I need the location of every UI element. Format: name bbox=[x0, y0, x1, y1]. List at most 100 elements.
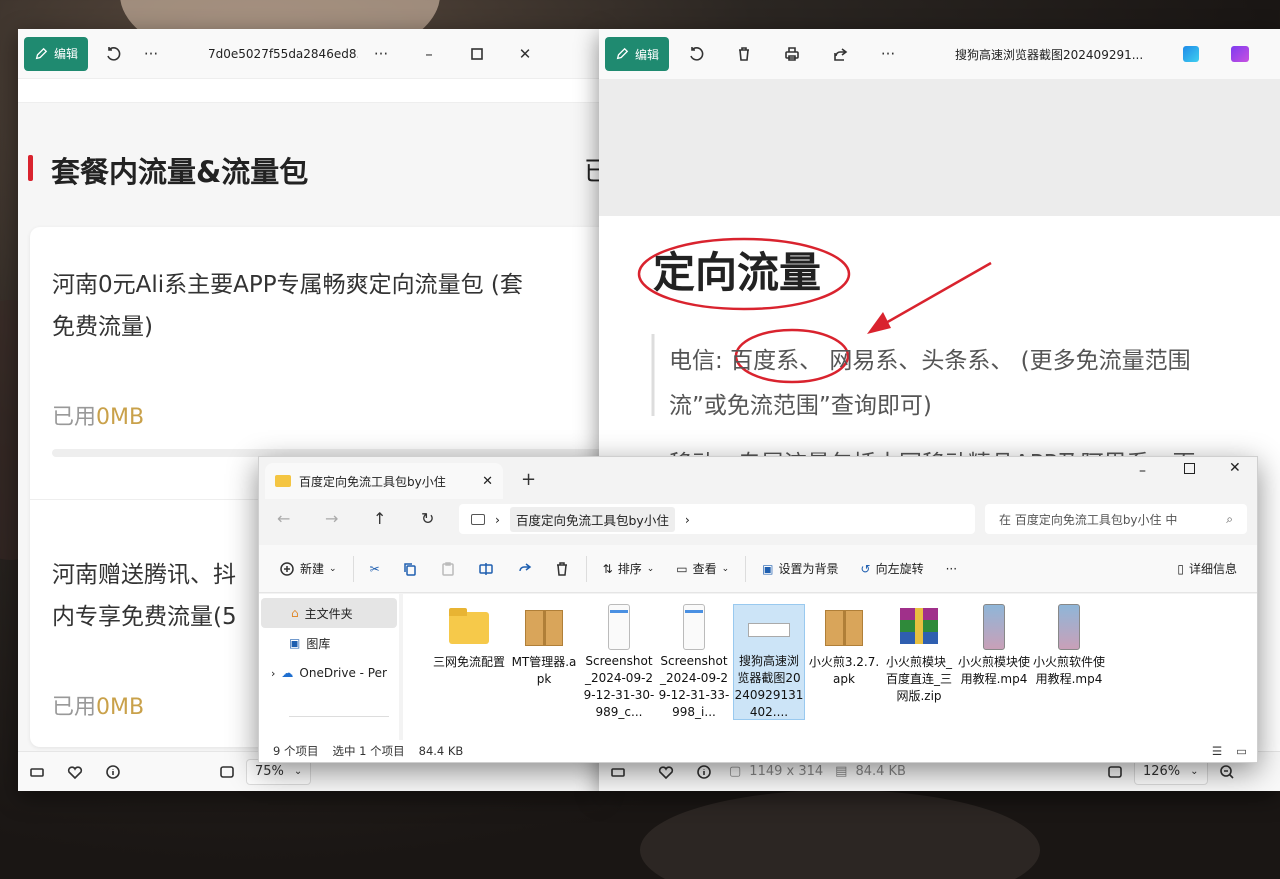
info-button[interactable] bbox=[94, 755, 132, 789]
file-item[interactable]: 小火煎模块_百度直连_三网版.zip bbox=[883, 604, 955, 720]
more-button[interactable]: ··· bbox=[936, 553, 967, 585]
file-grid: 三网免流配置 MT管理器.apk Screenshot_2024-09-29-12-… bbox=[403, 594, 1257, 742]
line2-text: 流”或免流范围”查询即可) bbox=[669, 393, 932, 419]
card2-text: 河南赠送腾讯、抖 bbox=[52, 562, 236, 588]
printer-icon bbox=[785, 47, 799, 61]
zoom-value: 75% bbox=[255, 764, 284, 779]
paste-icon bbox=[441, 561, 454, 576]
new-tab-button[interactable]: + bbox=[521, 469, 536, 490]
breadcrumb[interactable]: 百度定向免流工具包by小住 bbox=[510, 506, 675, 532]
file-item[interactable]: 小火煎3.2.7.apk bbox=[808, 604, 880, 720]
close-button[interactable]: ✕ bbox=[1229, 460, 1241, 476]
nav-item-onedrive[interactable]: › ☁ OneDrive - Per bbox=[259, 658, 399, 688]
video-icon bbox=[971, 604, 1017, 650]
rotate-button[interactable] bbox=[677, 37, 715, 71]
file-name: Screenshot_2024-09-29-12-31-30-989_c... bbox=[583, 654, 655, 720]
paint-icon bbox=[1183, 46, 1200, 62]
folder-icon bbox=[275, 475, 291, 487]
gallery-icon: ▣ bbox=[289, 636, 301, 650]
refresh-button[interactable]: ↻ bbox=[421, 509, 434, 528]
up-button[interactable]: ↑ bbox=[373, 509, 386, 528]
chevron-right-icon[interactable]: › bbox=[271, 667, 275, 680]
address-bar[interactable]: › 百度定向免流工具包by小住 › bbox=[459, 504, 975, 534]
more-button[interactable]: ··· bbox=[132, 37, 170, 71]
image-thumbnail-icon bbox=[746, 605, 792, 649]
file-item[interactable]: MT管理器.apk bbox=[508, 604, 580, 720]
copy-button[interactable] bbox=[392, 553, 428, 585]
edit-icon bbox=[616, 47, 629, 60]
search-input[interactable]: 在 百度定向免流工具包by小住 中 ⌕ bbox=[985, 504, 1247, 534]
share-button[interactable] bbox=[821, 37, 859, 71]
maximize-button[interactable] bbox=[458, 37, 496, 71]
more-button[interactable]: ··· bbox=[869, 37, 907, 71]
paste-button[interactable] bbox=[430, 553, 466, 585]
info-icon bbox=[106, 764, 120, 779]
section-marker bbox=[28, 155, 33, 181]
rename-button[interactable] bbox=[468, 553, 504, 585]
card2-text-2: 内专享免费流量(5 bbox=[52, 604, 237, 630]
edit-button[interactable]: 编辑 bbox=[24, 36, 89, 71]
forward-button[interactable]: → bbox=[325, 509, 338, 528]
filmstrip-icon bbox=[30, 767, 44, 777]
navigation-pane: ⌂ 主文件夹 ▣ 图库 › ☁ OneDrive - Per bbox=[259, 594, 399, 742]
close-tab-icon[interactable]: ✕ bbox=[482, 474, 493, 489]
cut-button[interactable]: ✂ bbox=[360, 553, 390, 585]
file-item[interactable]: 小火煎模块使用教程.mp4 bbox=[958, 604, 1030, 720]
package-icon bbox=[821, 604, 867, 650]
viewer-canvas bbox=[599, 79, 1280, 216]
close-button[interactable]: ✕ bbox=[506, 37, 544, 71]
status-bar: 9 个项目 选中 1 个项目 84.4 KB ☰ ▭ bbox=[259, 740, 1257, 762]
minimize-button[interactable]: – bbox=[410, 37, 448, 71]
explorer-tab[interactable]: 百度定向免流工具包by小住 ✕ bbox=[265, 463, 503, 499]
rotate-left-label: 向左旋转 bbox=[875, 562, 924, 576]
scissors-icon: ✂ bbox=[369, 561, 380, 576]
fit-screen-button[interactable] bbox=[208, 755, 246, 789]
rotate-icon bbox=[107, 46, 121, 61]
edit-label: 编辑 bbox=[635, 47, 660, 62]
file-name: 搜狗高速浏览器截图20240929131402.... bbox=[734, 654, 804, 719]
divider bbox=[745, 555, 747, 582]
tab-title: 百度定向免流工具包by小住 bbox=[299, 474, 446, 489]
selected-count: 选中 1 个项目 bbox=[332, 744, 405, 758]
delete-button[interactable] bbox=[544, 553, 580, 585]
file-name: MT管理器.apk bbox=[511, 655, 577, 686]
print-button[interactable] bbox=[773, 37, 811, 71]
file-name: 小火煎模块使用教程.mp4 bbox=[958, 655, 1030, 686]
file-item[interactable]: 三网免流配置 bbox=[433, 604, 505, 720]
edit-button[interactable]: 编辑 bbox=[605, 37, 670, 71]
favorite-button[interactable] bbox=[56, 755, 94, 789]
rotate-button[interactable] bbox=[94, 37, 132, 71]
new-button[interactable]: 新建 ⌄ bbox=[269, 553, 347, 585]
maximize-icon bbox=[471, 47, 483, 60]
maximize-button[interactable] bbox=[1184, 463, 1195, 474]
file-item[interactable]: 小火煎软件使用教程.mp4 bbox=[1033, 604, 1105, 720]
file-item[interactable]: 搜狗高速浏览器截图20240929131402.... bbox=[733, 604, 805, 720]
file-name: 小火煎软件使用教程.mp4 bbox=[1033, 655, 1105, 686]
rotate-left-button[interactable]: ↺ 向左旋转 bbox=[851, 553, 934, 585]
delete-button[interactable] bbox=[725, 37, 763, 71]
more-options-button[interactable]: ··· bbox=[362, 37, 400, 71]
minimize-button[interactable]: – bbox=[1139, 463, 1146, 479]
filmstrip-button[interactable] bbox=[18, 755, 56, 789]
back-button[interactable]: ← bbox=[277, 509, 290, 528]
package-icon bbox=[521, 604, 567, 650]
file-size-icon: ▤ bbox=[835, 764, 848, 779]
details-button[interactable]: ▯ 详细信息 bbox=[1167, 553, 1247, 585]
set-background-button[interactable]: ▣ 设置为背景 bbox=[752, 553, 848, 585]
chevron-down-icon: ⌄ bbox=[293, 766, 303, 777]
view-button[interactable]: ▭ 查看 ⌄ bbox=[666, 553, 739, 585]
file-item[interactable]: Screenshot_2024-09-29-12-31-33-998_i... bbox=[658, 604, 730, 720]
chevron-right-icon: › bbox=[495, 511, 500, 527]
image-size: 84.4 KB bbox=[855, 764, 906, 779]
nav-item-gallery[interactable]: ▣ 图库 bbox=[259, 628, 399, 658]
list-view-icon[interactable]: ☰ bbox=[1212, 744, 1222, 758]
tile-view-icon[interactable]: ▭ bbox=[1236, 744, 1247, 758]
file-item[interactable]: Screenshot_2024-09-29-12-31-30-989_c... bbox=[583, 604, 655, 720]
chevron-right-icon: › bbox=[684, 511, 690, 527]
section-title: 套餐内流量&流量包 bbox=[51, 155, 309, 189]
phone-screenshot-icon bbox=[596, 604, 642, 650]
fit-icon bbox=[220, 765, 234, 778]
share-button[interactable] bbox=[506, 553, 542, 585]
nav-item-home[interactable]: ⌂ 主文件夹 bbox=[261, 598, 397, 628]
sort-button[interactable]: ⇅ 排序 ⌄ bbox=[593, 553, 665, 585]
